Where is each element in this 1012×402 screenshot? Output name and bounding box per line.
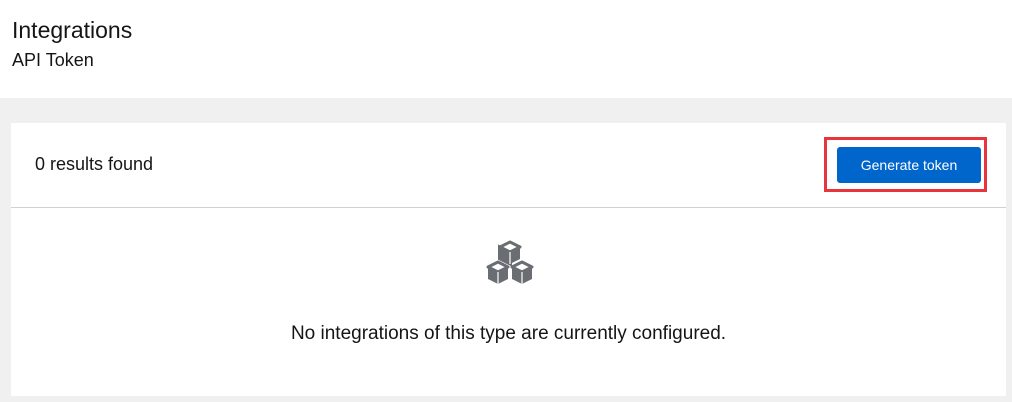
empty-state: No integrations of this type are current… [11, 208, 1006, 396]
generate-token-button[interactable]: Generate token [837, 147, 981, 183]
empty-state-message: No integrations of this type are current… [290, 323, 727, 344]
integrations-card: 0 results found Generate token No integr… [11, 123, 1006, 396]
cubes-icon [486, 240, 534, 284]
page-title: Integrations [12, 17, 133, 43]
page-header: Integrations API Token [0, 0, 1012, 98]
page-subtitle: API Token [12, 50, 94, 70]
results-count: 0 results found [35, 154, 154, 174]
toolbar: 0 results found Generate token [11, 123, 1006, 208]
